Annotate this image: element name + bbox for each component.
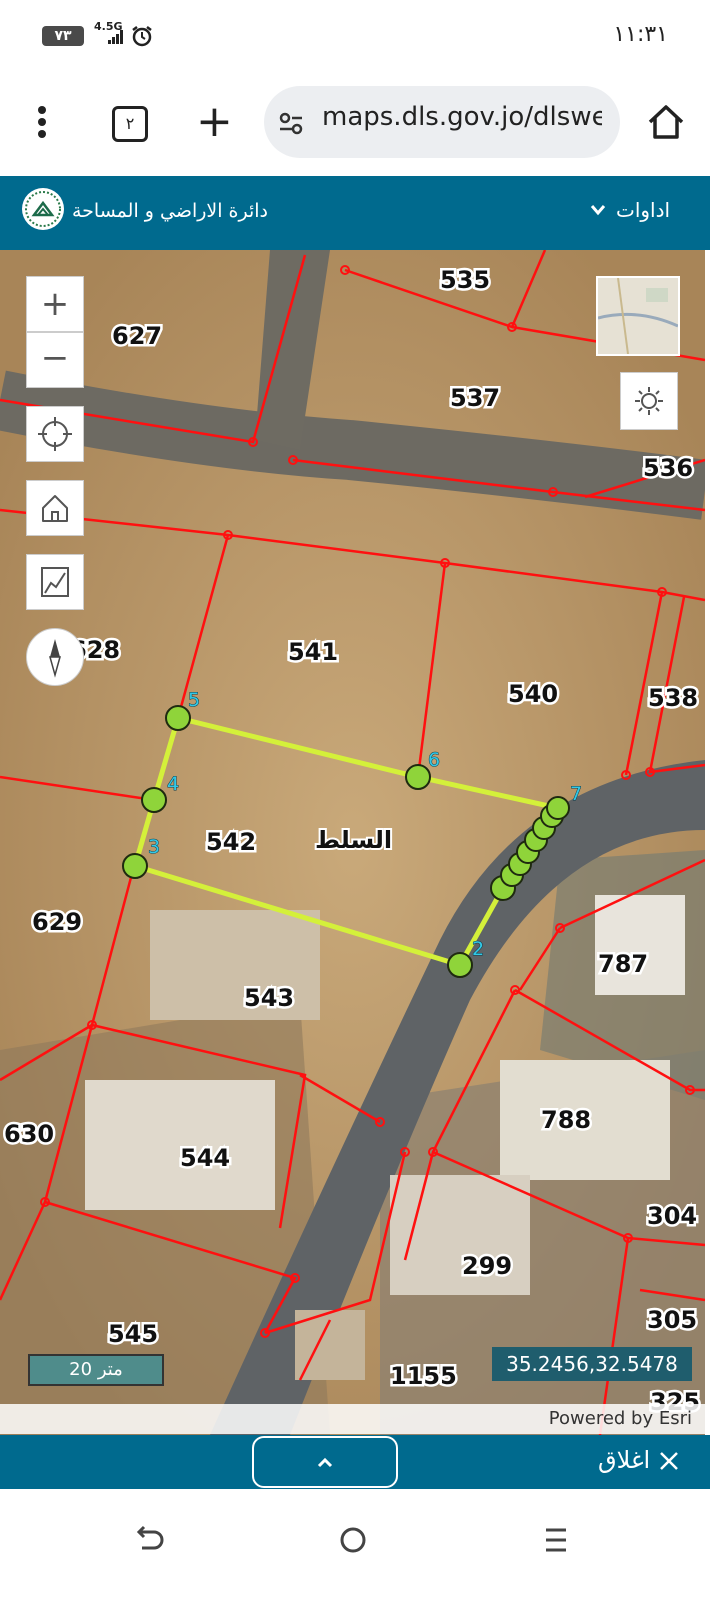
road-name-label: السلط xyxy=(315,826,392,854)
new-tab-icon[interactable]: + xyxy=(196,100,233,144)
parcel-label: 540 xyxy=(508,680,558,708)
home-circle-icon[interactable] xyxy=(333,1520,373,1560)
building xyxy=(150,910,320,1020)
vertex-label: 6 xyxy=(428,749,440,771)
parcel-label: 543 xyxy=(244,984,294,1012)
measure-button[interactable] xyxy=(26,554,84,610)
vertex-label: 2 xyxy=(472,938,484,960)
map-view[interactable]: 2 3 4 5 6 7 535 627 537 536 628 541 540 … xyxy=(0,250,705,1435)
locate-icon xyxy=(38,417,72,451)
vertex-label: 7 xyxy=(570,783,582,805)
vertex-label: 3 xyxy=(148,836,160,858)
default-extent-button[interactable] xyxy=(26,480,84,536)
brightness-button[interactable] xyxy=(620,372,678,430)
more-menu-icon[interactable] xyxy=(28,102,56,142)
parcel-label: 299 xyxy=(462,1252,512,1280)
signal-icon xyxy=(108,30,123,44)
parcel-label: 629 xyxy=(32,908,82,936)
brightness-icon xyxy=(635,387,663,415)
compass-icon xyxy=(49,639,61,678)
vertex-label: 5 xyxy=(188,689,200,711)
parcel-label: 535 xyxy=(440,266,490,294)
parcel-label: 538 xyxy=(648,684,698,712)
parcel-label: 630 xyxy=(4,1120,54,1148)
url-text[interactable]: maps.dls.gov.jo/dlswe xyxy=(322,102,602,132)
close-icon xyxy=(659,1452,678,1470)
compass-button[interactable] xyxy=(26,628,84,686)
tab-switcher-button[interactable]: ٢ xyxy=(112,106,148,142)
parcel-label: 788 xyxy=(541,1106,591,1134)
coordinates-readout: 35.2456,32.5478 xyxy=(492,1347,692,1381)
scale-bar: 20 متر xyxy=(28,1354,164,1386)
map-canvas[interactable]: 2 3 4 5 6 7 535 627 537 536 628 541 540 … xyxy=(0,250,705,1435)
parcel-label: 305 xyxy=(647,1306,697,1334)
chevron-down-icon xyxy=(590,205,606,216)
dls-logo-icon xyxy=(22,188,64,230)
tools-menu-label: اداوات xyxy=(616,198,671,222)
parcel-label: 787 xyxy=(598,950,648,978)
zoom-in-button[interactable]: + xyxy=(26,276,84,332)
parcel-label: 536 xyxy=(643,454,693,482)
battery-indicator: ٧٣ xyxy=(42,26,84,46)
alarm-icon xyxy=(132,26,152,47)
parcel-label: 627 xyxy=(112,322,162,350)
vertex-label: 4 xyxy=(167,773,179,795)
parcel-label: 1155 xyxy=(390,1362,457,1390)
close-button[interactable]: اغلاق xyxy=(598,1446,680,1474)
zoom-out-button[interactable]: − xyxy=(26,332,84,388)
parcel-label: 304 xyxy=(647,1202,697,1230)
parcel-label: 544 xyxy=(180,1144,230,1172)
attribution-text: Powered by Esri xyxy=(548,1408,692,1429)
parcel-label: 545 xyxy=(108,1320,158,1348)
parcel-label: 541 xyxy=(288,638,338,666)
clock: ١١:٣١ xyxy=(613,22,668,47)
site-settings-icon[interactable] xyxy=(276,108,306,138)
chevron-up-icon xyxy=(317,1457,333,1468)
back-icon[interactable] xyxy=(130,1520,170,1560)
browser-home-icon[interactable] xyxy=(646,102,686,142)
locate-button[interactable] xyxy=(26,406,84,462)
parcel-label: 537 xyxy=(450,384,500,412)
page-title: دائرة الاراضي و المساحة xyxy=(72,200,269,222)
building xyxy=(595,895,685,995)
close-label: اغلاق xyxy=(598,1446,651,1474)
parcel-label: 542 xyxy=(206,828,256,856)
basemap-icon xyxy=(597,277,679,355)
home-icon xyxy=(42,495,68,522)
measure-icon xyxy=(41,567,69,597)
basemap-toggle[interactable] xyxy=(596,276,680,356)
recents-icon[interactable] xyxy=(536,1520,576,1560)
expand-panel-button[interactable] xyxy=(252,1436,398,1488)
